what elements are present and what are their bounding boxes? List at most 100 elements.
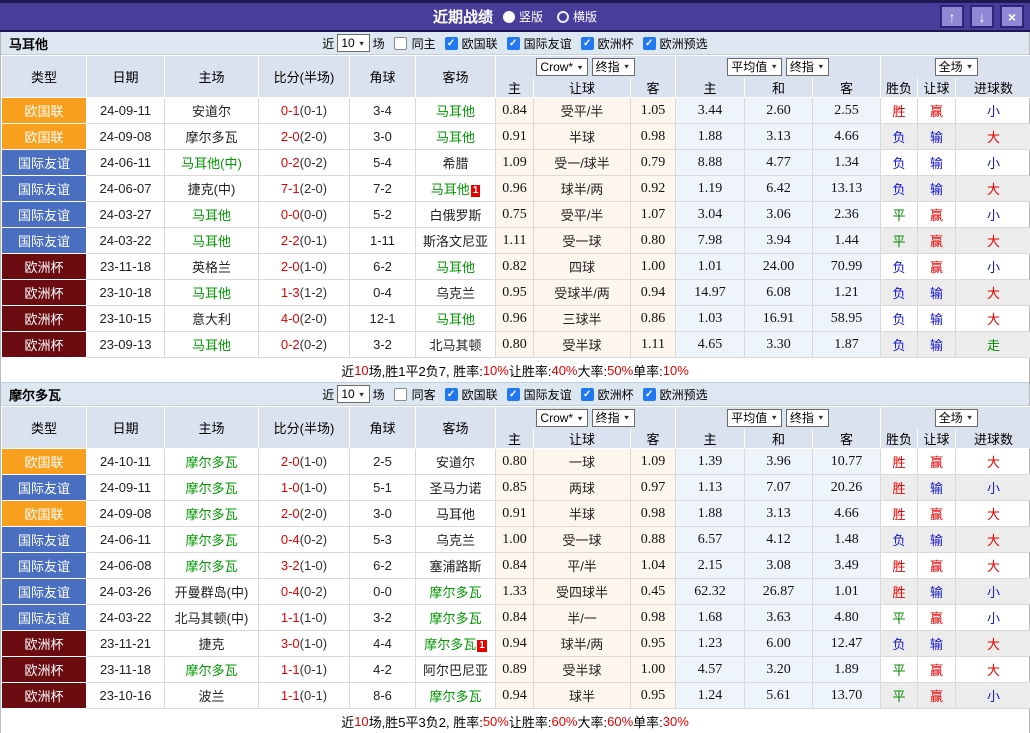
handicap-result-cell: 赢 [917,253,957,280]
average-select[interactable]: 平均值 ▼ [727,57,783,76]
radio-vertical-layout[interactable]: 竖版 [502,8,543,25]
move-up-button[interactable]: ↑ [940,5,964,28]
result-cell: 负 [880,253,919,280]
matches-table: 类型 日期 主场 比分(半场) 角球 客场 Crow* ▼ 终指 ▼ 平均值 ▼ 终指… [1,55,1030,358]
league-checkbox-2[interactable]: ✓ [580,387,594,401]
odds-away-cell: 0.79 [629,149,677,176]
avg-draw-cell: 3.96 [744,448,814,475]
final-odds-select[interactable]: 终指 ▼ [591,408,635,427]
match-count-select[interactable]: 10 ▼ [337,385,370,403]
avg-away-cell: 4.66 [812,123,882,150]
away-team-cell: 马耳他 [415,123,496,150]
league-checkbox-0[interactable]: ✓ [444,36,458,50]
score-cell: 0-1(0-1) [258,97,350,124]
odds-away-cell: 0.98 [629,500,677,527]
avg-home-cell: 1.88 [675,500,746,527]
league-label-1: 国际友谊 [523,387,572,402]
handicap-cell: 受半球 [533,656,631,683]
goals-result-cell: 大 [955,305,1030,332]
home-team-cell: 摩尔多瓦 [164,656,259,683]
score-cell: 2-0(2-0) [258,500,350,527]
league-checkbox-1[interactable]: ✓ [506,387,520,401]
away-team-cell: 马耳他 [415,305,496,332]
away-team-cell: 希腊 [415,149,496,176]
match-row: 国际友谊 24-06-11 摩尔多瓦 0-4(0-2) 5-3 乌克兰 1.00 受一球 0.8… [1,526,1030,553]
scope-select[interactable]: 全场 ▼ [934,408,978,427]
handicap-result-cell: 输 [917,279,957,306]
subheader-handicap: 让球 [533,77,631,98]
summary-stat-value: 50% [482,713,509,729]
games-label: 场 [372,387,385,402]
handicap-result-cell: 赢 [917,682,957,709]
avg-draw-cell: 24.00 [744,253,814,280]
league-cell: 欧洲杯 [1,279,87,306]
scope-select[interactable]: 全场 ▼ [934,57,978,76]
same-venue-checkbox[interactable] [393,36,407,50]
odds-away-cell: 0.45 [629,578,677,605]
move-down-button[interactable]: ↓ [970,5,994,28]
league-checkbox-2[interactable]: ✓ [580,36,594,50]
bookmaker-select[interactable]: Crow* ▼ [536,58,589,76]
home-team-cell: 开曼群岛(中) [164,578,259,605]
league-label-1: 国际友谊 [523,36,572,51]
result-cell: 负 [880,175,919,202]
odds-away-cell: 0.80 [629,227,677,254]
subheader-avg-home: 主 [675,77,746,98]
goals-result-cell: 大 [955,227,1030,254]
handicap-cell: 四球 [533,253,631,280]
score-cell: 2-0(1-0) [258,253,350,280]
corner-cell: 3-0 [349,123,416,150]
avg-draw-cell: 3.30 [744,331,814,358]
odds-away-cell: 0.95 [629,630,677,657]
goals-result-cell: 小 [955,201,1030,228]
home-team-cell: 捷克 [164,630,259,657]
chevron-down-icon: ▼ [576,63,585,71]
same-venue-label: 同主 [411,36,436,51]
final-odds-select[interactable]: 终指 ▼ [591,57,635,76]
subheader-goals-result: 进球数 [955,77,1030,98]
home-team-cell: 马耳他 [164,331,259,358]
match-count-select[interactable]: 10 ▼ [337,34,370,52]
home-team-cell: 摩尔多瓦 [164,123,259,150]
match-row: 欧国联 24-09-11 安道尔 0-1(0-1) 3-4 马耳他 0.84 受平/半 1.05… [1,97,1030,124]
average-select[interactable]: 平均值 ▼ [727,408,783,427]
score-cell: 4-0(2-0) [258,305,350,332]
odds-home-cell: 1.33 [495,578,534,605]
corner-cell: 0-0 [349,578,416,605]
chevron-down-icon: ▼ [965,414,974,422]
date-cell: 24-03-26 [86,578,165,605]
avg-away-cell: 70.99 [812,253,882,280]
handicap-cell: 半/一 [533,604,631,631]
avg-away-cell: 2.55 [812,97,882,124]
score-cell: 0-0(0-0) [258,201,350,228]
radio-horizontal-layout[interactable]: 横版 [557,8,597,25]
close-button[interactable]: × [1000,5,1024,28]
odds-home-cell: 0.89 [495,656,534,683]
team-name: 马耳他 [9,36,49,52]
radio-selected-icon [502,10,515,23]
match-row: 国际友谊 24-03-27 马耳他 0-0(0-0) 5-2 白俄罗斯 0.75 受平/半 1.… [1,201,1030,228]
final-avg-select[interactable]: 终指 ▼ [785,57,829,76]
handicap-result-cell: 输 [917,149,957,176]
avg-odds-group: 平均值 ▼ 终指 ▼ [675,406,882,429]
league-checkbox-3[interactable]: ✓ [642,387,656,401]
bookmaker-select[interactable]: Crow* ▼ [536,409,589,427]
avg-home-cell: 1.24 [675,682,746,709]
goals-result-cell: 大 [955,448,1030,475]
league-checkbox-3[interactable]: ✓ [642,36,656,50]
league-checkbox-0[interactable]: ✓ [444,387,458,401]
league-cell: 欧国联 [1,448,87,475]
avg-away-cell: 13.70 [812,682,882,709]
result-cell: 胜 [880,448,919,475]
same-venue-checkbox[interactable] [393,387,407,401]
final-avg-select[interactable]: 终指 ▼ [785,408,829,427]
league-label-0: 欧国联 [461,387,498,402]
filter-controls: 近 10 ▼ 场 同客 ✓ 欧国联 ✓ 国际友谊 ✓ 欧洲杯 ✓ 欧洲预选 [322,385,708,403]
date-cell: 24-06-11 [86,149,165,176]
date-cell: 24-06-07 [86,175,165,202]
summary-row: 近 10 场,胜1平2负7, 胜率: 10% 让胜率: 40% 大率: 50% 单率: 10… [1,358,1029,383]
league-checkbox-1[interactable]: ✓ [506,36,520,50]
home-team-cell: 摩尔多瓦 [164,448,259,475]
team-name: 摩尔多瓦 [9,387,62,403]
avg-home-cell: 4.57 [675,656,746,683]
